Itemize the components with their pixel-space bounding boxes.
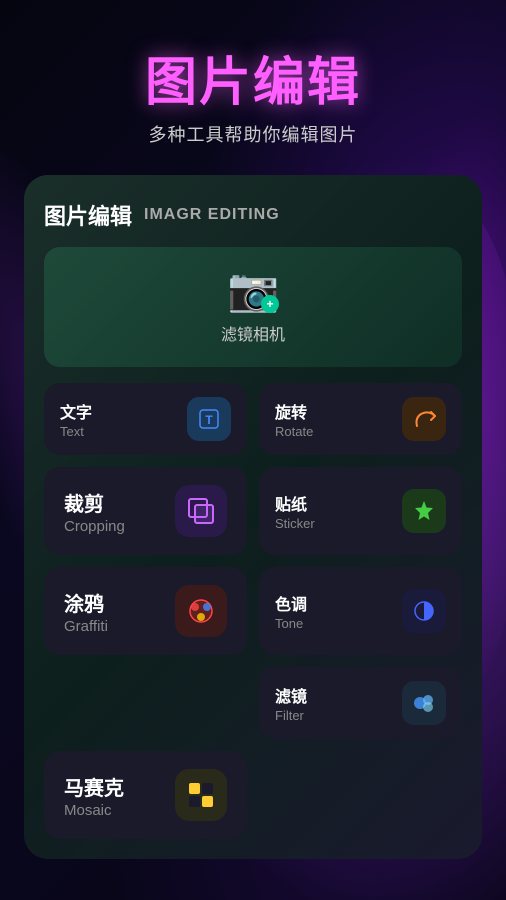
tool-rotate-zh: 旋转 [275,399,313,423]
tool-graffiti-labels: 涂鸦 Graffiti [64,588,108,635]
rotate-icon [402,397,446,441]
svg-text:T: T [205,413,213,427]
camera-plus-icon: + [261,295,279,313]
tool-mosaic[interactable]: 马赛克 Mosaic [44,751,247,839]
card-title-en: IMAGR EDITING [144,206,280,224]
tool-rotate-labels: 旋转 Rotate [275,399,313,439]
camera-icon-wrap: 📷 + [227,269,279,313]
tool-cropping-labels: 裁剪 Cropping [64,488,125,535]
tool-mosaic-zh: 马赛克 [64,772,124,801]
crop-icon [175,485,227,537]
tool-rotate[interactable]: 旋转 Rotate [259,383,462,455]
tool-text-zh: 文字 [60,399,92,423]
tool-rotate-en: Rotate [275,424,313,439]
text-icon: T [187,397,231,441]
tool-filter-en: Filter [275,708,307,723]
hero-title: 图片编辑 [145,40,361,115]
graffiti-icon [175,585,227,637]
tool-filter-labels: 滤镜 Filter [275,683,307,723]
camera-button[interactable]: 📷 + 滤镜相机 [44,247,462,367]
tool-text[interactable]: 文字 Text T [44,383,247,455]
camera-label: 滤镜相机 [221,321,285,345]
tool-sticker-zh: 贴纸 [275,491,315,515]
tool-mosaic-en: Mosaic [64,802,124,819]
tool-mosaic-labels: 马赛克 Mosaic [64,772,124,819]
sticker-icon [402,489,446,533]
tool-text-en: Text [60,424,92,439]
tool-cropping-en: Cropping [64,518,125,535]
tool-graffiti[interactable]: 涂鸦 Graffiti [44,567,247,655]
tools-grid: 文字 Text T 旋转 Rotate [44,383,462,839]
card-header: 图片编辑 IMAGR EDITING [44,199,462,231]
main-card: 图片编辑 IMAGR EDITING 📷 + 滤镜相机 文字 Text [24,175,482,859]
tool-sticker-en: Sticker [275,516,315,531]
tool-cropping[interactable]: 裁剪 Cropping [44,467,247,555]
tool-sticker[interactable]: 贴纸 Sticker [259,467,462,555]
tool-tone-en: Tone [275,616,307,631]
tool-tone-labels: 色调 Tone [275,591,307,631]
hero-subtitle: 多种工具帮助你编辑图片 [149,121,358,147]
tool-text-labels: 文字 Text [60,399,92,439]
tool-tone[interactable]: 色调 Tone [259,567,462,655]
mosaic-icon [175,769,227,821]
tool-sticker-labels: 贴纸 Sticker [275,491,315,531]
page-content: 图片编辑 多种工具帮助你编辑图片 图片编辑 IMAGR EDITING 📷 + … [0,0,506,883]
tool-cropping-zh: 裁剪 [64,488,125,517]
tool-tone-zh: 色调 [275,591,307,615]
tool-graffiti-en: Graffiti [64,618,108,635]
tone-icon [402,589,446,633]
tool-filter[interactable]: 滤镜 Filter [259,667,462,739]
tool-filter-zh: 滤镜 [275,683,307,707]
tool-graffiti-zh: 涂鸦 [64,588,108,617]
filter-icon [402,681,446,725]
card-title-zh: 图片编辑 [44,199,132,231]
